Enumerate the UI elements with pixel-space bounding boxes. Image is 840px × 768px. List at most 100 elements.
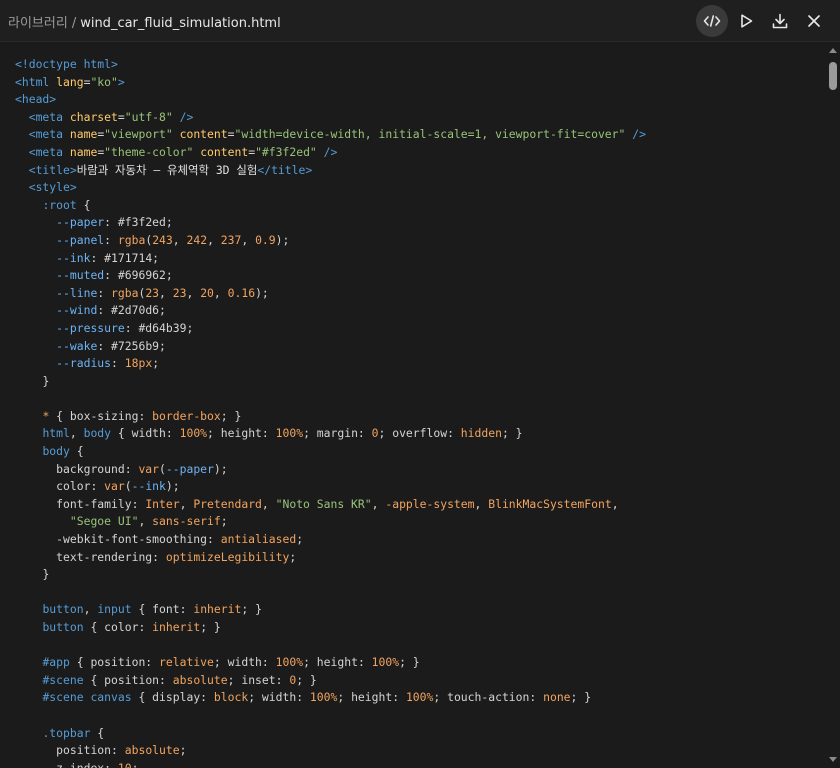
code-token: ,	[159, 285, 173, 300]
code-token: body	[42, 444, 70, 459]
code-line: <head>	[0, 91, 826, 109]
code-token: { position:	[69, 655, 160, 670]
code-token: =	[117, 109, 125, 124]
code-line: --radius: 18px;	[0, 355, 826, 373]
code-token: charset	[69, 109, 118, 124]
code-token: />	[316, 144, 338, 159]
code-token: 100%	[275, 426, 304, 441]
code-token: rgba	[111, 285, 139, 300]
code-token: ,	[69, 426, 84, 441]
code-token: {	[90, 725, 105, 740]
download-button[interactable]	[764, 5, 796, 37]
code-token: 100%	[371, 655, 400, 670]
code-line: <title>바람과 자동차 — 유체역학 3D 실험</title>	[0, 162, 826, 180]
code-line: --pressure: #d64b39;	[0, 320, 826, 338]
code-token: 0.9	[255, 232, 276, 247]
code-token: <title>	[28, 162, 77, 177]
code-token: <style>	[28, 180, 77, 195]
code-token: { box-sizing:	[49, 408, 153, 423]
code-token: text-rendering	[56, 549, 153, 564]
code-token: "Segoe UI"	[69, 514, 139, 529]
code-token: ,	[138, 514, 153, 529]
code-token: ,	[213, 285, 228, 300]
code-token: position	[56, 743, 112, 758]
code-token: { width:	[111, 426, 180, 441]
code-token: :	[152, 549, 166, 564]
code-token: }	[42, 567, 50, 582]
code-token: 237	[220, 232, 242, 247]
code-token: input	[97, 602, 132, 617]
code-line: color: var(--ink);	[0, 478, 826, 496]
code-token: ,	[474, 496, 489, 511]
code-token: --ink	[56, 250, 91, 265]
code-view-button[interactable]	[696, 5, 728, 37]
code-token: --panel	[56, 232, 105, 247]
code-view[interactable]: <!doctype html> <html lang="ko"> <head> <m…	[0, 42, 826, 768]
code-token: z-index	[56, 760, 105, 768]
code-token: ;	[220, 514, 228, 529]
code-token: ; }	[296, 672, 317, 687]
code-token: "theme-color"	[104, 144, 194, 159]
code-line: --muted: #696962;	[0, 267, 826, 285]
code-token: { display:	[131, 690, 214, 705]
code-token: ;	[289, 549, 297, 564]
scrollbar-thumb[interactable]	[829, 62, 837, 90]
breadcrumb-separator: /	[71, 16, 77, 31]
code-line: --line: rgba(23, 23, 20, 0.16);	[0, 285, 826, 303]
code-token: 100%	[275, 655, 304, 670]
code-token: ; inset:	[227, 672, 290, 687]
vertical-scrollbar[interactable]	[826, 42, 840, 768]
code-token: ;	[179, 743, 187, 758]
code-token: content	[200, 144, 249, 159]
code-token: ;	[131, 760, 139, 768]
code-token: ; }	[501, 426, 523, 441]
code-token: button	[42, 602, 84, 617]
code-token: absolute	[172, 672, 228, 687]
code-token: content	[179, 127, 228, 142]
code-line: --paper: #f3f2ed;	[0, 214, 826, 232]
code-line: #app { position: relative; width: 100%; …	[0, 654, 826, 672]
breadcrumb-library-link[interactable]: 라이브러리	[8, 16, 68, 31]
code-token: ; height:	[207, 426, 276, 441]
code-token: --muted	[56, 268, 105, 283]
code-token: <meta	[28, 144, 70, 159]
run-button[interactable]	[730, 5, 762, 37]
code-token: {	[69, 444, 84, 459]
close-button[interactable]	[798, 5, 830, 37]
code-token: ; }	[399, 655, 420, 670]
code-token: <head>	[15, 92, 57, 107]
code-token: :	[97, 285, 112, 300]
scroll-up-arrow-icon[interactable]	[829, 48, 837, 53]
code-token: ; }	[570, 690, 592, 705]
code-token: );	[165, 479, 180, 494]
code-line: #scene { position: absolute; inset: 0; }	[0, 672, 826, 690]
code-token: ,	[207, 232, 221, 247]
code-token: :	[104, 232, 118, 247]
breadcrumb: 라이브러리 / wind_car_fluid_simulation.html	[8, 12, 281, 31]
code-token: ; margin:	[303, 426, 372, 441]
code-line: --wind: #2d70d6;	[0, 302, 826, 320]
code-line: <meta name="theme-color" content="#f3f2e…	[0, 144, 826, 162]
code-token: --paper	[56, 215, 105, 230]
scroll-down-arrow-icon[interactable]	[829, 757, 837, 762]
code-token: BlinkMacSystemFont	[488, 496, 612, 511]
code-token: "ko"	[90, 74, 118, 89]
code-token: ; }	[241, 602, 262, 617]
code-line: body {	[0, 443, 826, 461]
code-token: );	[213, 461, 228, 476]
viewer-header: 라이브러리 / wind_car_fluid_simulation.html	[0, 0, 840, 42]
code-token: hidden	[460, 426, 502, 441]
